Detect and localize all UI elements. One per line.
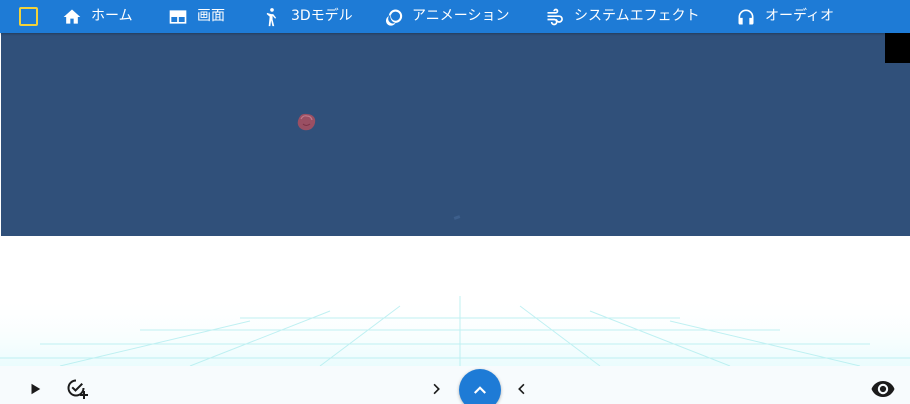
next-button[interactable] <box>429 380 445 398</box>
nav-audio-label: オーディオ <box>765 8 835 24</box>
bottom-toolbar <box>0 366 910 404</box>
check-add-button[interactable] <box>64 377 90 401</box>
nav-audio[interactable]: オーディオ <box>736 0 834 33</box>
rings-icon <box>385 9 403 26</box>
app-window: ホーム 画面 3Dモデル アニメーション システムエフェクト オーディオ <box>0 0 910 404</box>
nav-home-label: ホーム <box>91 8 133 24</box>
nav-animation[interactable]: アニメーション <box>383 0 509 33</box>
nav-home[interactable]: ホーム <box>62 0 133 33</box>
play-button[interactable] <box>26 380 44 398</box>
nav-animation-label: アニメーション <box>412 8 510 24</box>
nav-system-effect-label: システムエフェクト <box>574 8 700 24</box>
3d-viewport[interactable] <box>1 33 910 236</box>
stage-floor <box>0 236 910 366</box>
chevron-left-icon <box>518 383 525 395</box>
visibility-toggle[interactable] <box>870 379 896 399</box>
home-icon <box>63 9 81 24</box>
floor-grid <box>0 296 910 366</box>
chevron-up-icon <box>474 386 486 394</box>
screen-layout-icon <box>169 9 187 24</box>
play-icon <box>31 383 41 395</box>
headphones-icon <box>738 9 754 24</box>
nav-system-effect[interactable]: システムエフェクト <box>545 0 700 33</box>
top-nav-bar: ホーム 画面 3Dモデル アニメーション システムエフェクト オーディオ <box>0 0 910 33</box>
nav-screen[interactable]: 画面 <box>168 0 225 33</box>
chevron-right-icon <box>433 383 440 395</box>
expand-panel-button[interactable] <box>459 369 501 404</box>
viewport-corner-widget[interactable] <box>885 33 910 63</box>
previous-button[interactable] <box>513 380 529 398</box>
figure-icon <box>266 7 277 26</box>
check-add-icon <box>67 379 88 399</box>
nav-3d-model[interactable]: 3Dモデル <box>262 0 353 33</box>
nav-screen-label: 画面 <box>197 8 225 24</box>
eye-icon <box>871 381 895 397</box>
3d-model-object[interactable] <box>295 112 317 132</box>
nav-3d-model-label: 3Dモデル <box>291 8 353 24</box>
wind-icon <box>547 8 563 25</box>
menu-square-button[interactable] <box>19 7 38 26</box>
